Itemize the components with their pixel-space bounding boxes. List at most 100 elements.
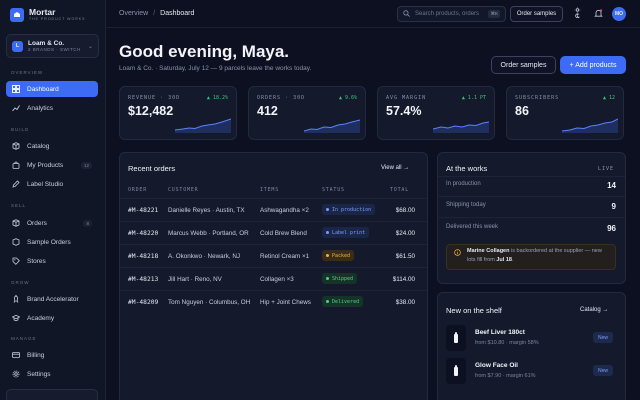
order-id: #M-48218: [128, 253, 159, 260]
sidebar-item-academy[interactable]: Academy: [6, 310, 98, 326]
sidebar-item-label: Sample Orders: [27, 238, 71, 246]
sidebar-item-label: Billing: [27, 351, 45, 359]
sidebar-item-label: Dashboard: [27, 85, 59, 93]
chevron-down-icon: ⌄: [87, 43, 93, 50]
sidebar-item-label: Settings: [27, 370, 51, 378]
shelf-title: New on the shelf: [446, 306, 502, 315]
table-row[interactable]: #M-48209 Tom Nguyen · Columbus, OH Hip +…: [120, 290, 427, 313]
works-title: At the works: [446, 164, 488, 173]
table-row[interactable]: #M-48218 A. Okonkwo · Newark, NJ Retinol…: [120, 244, 427, 267]
sidebar-item-label: My Products: [27, 161, 64, 169]
count-badge: 8: [83, 219, 92, 227]
table-row[interactable]: #M-48213 Jill Hart · Reno, NV Collagen ×…: [120, 267, 427, 290]
theme-toggle-button[interactable]: [571, 7, 583, 20]
stat-label: SUBSCRIBERS: [515, 95, 560, 101]
count-badge: 12: [80, 161, 92, 169]
stat-value: 412: [257, 104, 278, 118]
bell-icon: [593, 5, 603, 23]
sidebar-item-analytics[interactable]: Analytics: [6, 100, 98, 116]
stat-card-orders[interactable]: ORDERS · 30D ▲ 9.6% 412: [248, 86, 366, 140]
new-badge: New: [593, 365, 613, 376]
works-value: 14: [607, 181, 616, 190]
sparkline: [304, 119, 360, 133]
works-row: Delivered this week 96: [446, 224, 616, 233]
status-dot: [326, 208, 329, 211]
order-customer: Tom Nguyen · Columbus, OH: [168, 299, 251, 306]
sidebar-item-stores[interactable]: Stores: [6, 253, 98, 269]
org-switcher[interactable]: L Loam & Co. 2 BRANDS · SWITCH ⌄: [6, 34, 99, 58]
stat-value: 57.4%: [386, 104, 422, 118]
sparkline: [175, 118, 231, 133]
works-value: 96: [607, 224, 616, 233]
logo-icon: [10, 8, 24, 22]
status-dot: [326, 300, 329, 303]
order-id: #M-48209: [128, 299, 159, 306]
sidebar-footer-card[interactable]: [6, 389, 98, 400]
order-customer: A. Okonkwo · Newark, NJ: [168, 253, 241, 260]
order-items: Hip + Joint Chews: [260, 299, 311, 306]
alert-date: Jul 18: [496, 257, 512, 263]
sidebar-item-catalog[interactable]: Catalog: [6, 138, 98, 154]
works-row: In production 14: [446, 181, 616, 190]
catalog-link[interactable]: Catalog →: [580, 307, 608, 313]
chart-icon: [12, 104, 20, 112]
divider: [438, 196, 625, 197]
notifications-button[interactable]: [592, 8, 604, 20]
add-products-button[interactable]: + Add products: [560, 56, 626, 74]
sidebar-item-dashboard[interactable]: Dashboard: [6, 81, 98, 97]
order-items: Collagen ×3: [260, 276, 294, 283]
divider: [438, 217, 625, 218]
column-header-order: ORDER: [128, 187, 148, 193]
alert-end: .: [511, 257, 514, 263]
sidebar-item-label: Orders: [27, 219, 47, 227]
breadcrumb-current: Dashboard: [160, 10, 195, 17]
search-input[interactable]: Search products, orders ⌘K: [397, 6, 506, 22]
brand-tagline: THE PRODUCT WORKS: [29, 17, 86, 21]
table-row[interactable]: #M-48221 Danielle Reyes · Austin, TX Ash…: [120, 198, 427, 221]
sidebar-item-label: Academy: [27, 314, 55, 322]
stat-card-subscribers[interactable]: SUBSCRIBERS ▲ 12 86: [506, 86, 624, 140]
pen-icon: [12, 180, 20, 188]
page-greeting: Good evening, Maya.: [119, 42, 290, 61]
sidebar-item-label-studio[interactable]: Label Studio: [6, 176, 98, 192]
sidebar-item-settings[interactable]: Settings: [6, 366, 98, 382]
status-label: Packed: [332, 252, 351, 259]
sparkline: [562, 118, 618, 133]
stat-label: REVENUE · 30D: [128, 95, 181, 101]
status-dot: [326, 254, 329, 257]
order-total: $61.50: [395, 253, 415, 260]
sidebar-item-billing[interactable]: Billing: [6, 347, 98, 363]
view-all-orders-link[interactable]: View all →: [381, 165, 409, 171]
order-total: $24.00: [395, 230, 415, 237]
org-avatar: L: [12, 40, 23, 52]
breadcrumb-parent[interactable]: Overview: [119, 10, 148, 17]
status-dot: [326, 277, 329, 280]
card-icon: [12, 351, 20, 359]
shelf-item-name[interactable]: Beef Liver 180ct: [475, 329, 525, 336]
bottle-icon: [446, 325, 466, 351]
user-avatar[interactable]: MO: [612, 7, 626, 21]
stat-label: ORDERS · 30D: [257, 95, 306, 101]
bottle-icon: [446, 358, 466, 384]
new-badge: New: [593, 332, 613, 343]
order-items: Ashwagandha ×2: [260, 207, 309, 214]
section-grow: GROW: [11, 280, 30, 285]
order-samples-button-top[interactable]: Order samples: [510, 6, 563, 22]
stat-card-revenue[interactable]: REVENUE · 30D ▲ 18.2% $12,482: [119, 86, 237, 140]
table-row[interactable]: #M-48220 Marcus Webb · Portland, OR Cold…: [120, 221, 427, 244]
sidebar-item-orders[interactable]: Orders 8: [6, 215, 98, 231]
search-shortcut: ⌘K: [488, 10, 500, 18]
stat-delta: ▲ 1.1 PT: [461, 95, 486, 101]
sidebar-item-my-products[interactable]: My Products 12: [6, 157, 98, 173]
order-samples-button[interactable]: Order samples: [491, 56, 556, 74]
sidebar-item-sample-orders[interactable]: Sample Orders: [6, 234, 98, 250]
divider: [438, 176, 625, 177]
brand-logo[interactable]: Mortar THE PRODUCT WORKS: [10, 8, 85, 22]
stat-delta: ▲ 18.2%: [206, 95, 228, 101]
status-label: Label print: [332, 229, 366, 236]
stat-card-avg-margin[interactable]: AVG MARGIN ▲ 1.1 PT 57.4%: [377, 86, 495, 140]
sidebar-item-label: Catalog: [27, 142, 50, 150]
sidebar-item-brand-accelerator[interactable]: Brand Accelerator: [6, 291, 98, 307]
stat-value: $12,482: [128, 104, 174, 118]
shelf-item-name[interactable]: Glow Face Oil: [475, 362, 518, 369]
